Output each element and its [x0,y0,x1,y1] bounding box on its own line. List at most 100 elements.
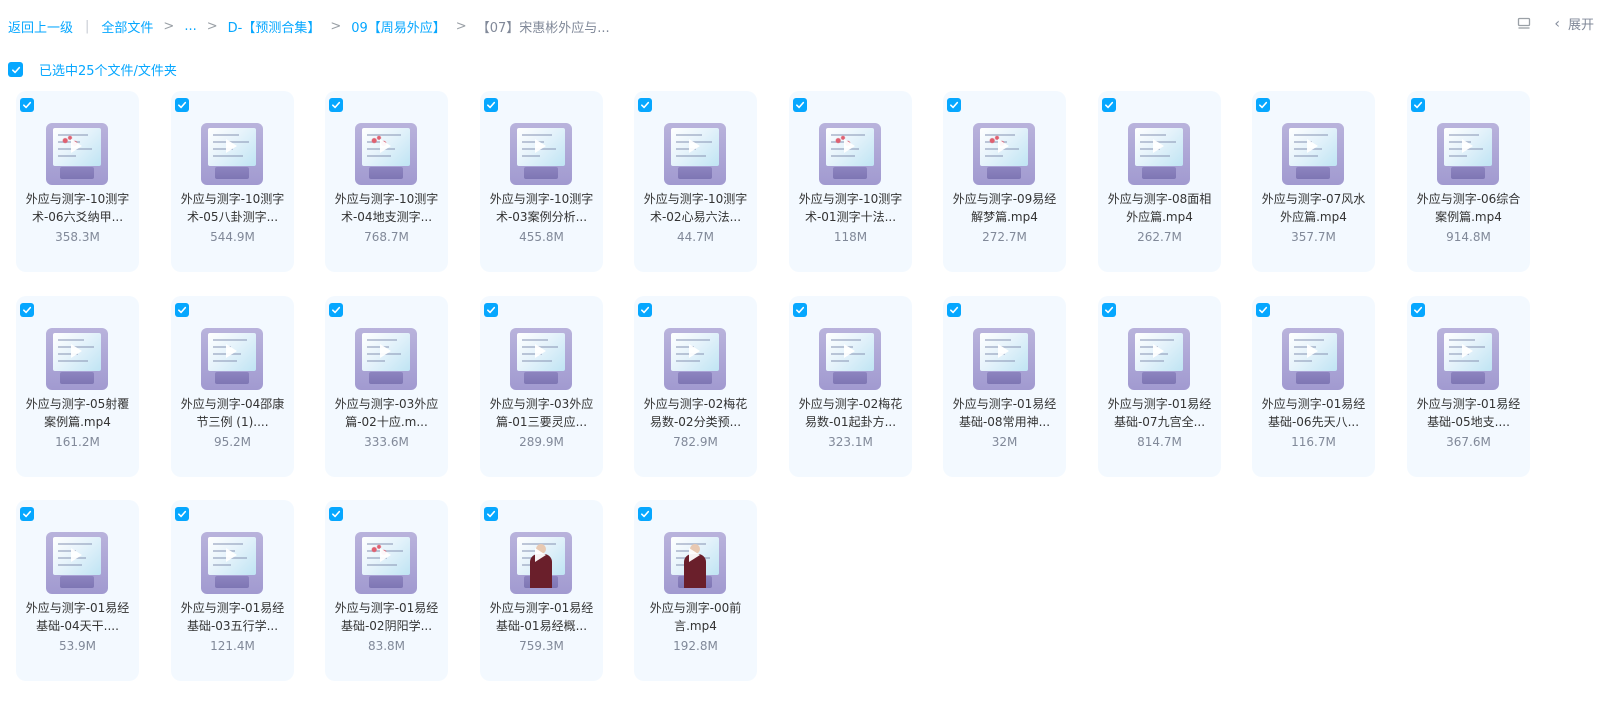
checkmark-icon [178,101,187,109]
play-icon [71,139,82,153]
breadcrumb-chevron-icon: > [163,19,175,34]
file-size: 272.7M [982,230,1027,244]
file-card[interactable]: 外应与测字-01易经基础-08常用神... 32M [943,296,1066,477]
file-checkbox[interactable] [175,507,189,521]
checkmark-icon [1259,101,1268,109]
play-icon [1462,344,1473,358]
checkmark-icon [487,306,496,314]
file-checkbox[interactable] [1102,303,1116,317]
file-card[interactable]: 外应与测字-10测字术-03案例分析... 455.8M [480,91,603,272]
file-checkbox[interactable] [638,98,652,112]
file-checkbox[interactable] [947,303,961,317]
file-size: 116.7M [1291,435,1336,449]
file-card[interactable]: 外应与测字-01易经基础-04天干.... 53.9M [16,500,139,681]
file-checkbox[interactable] [1411,98,1425,112]
file-card[interactable]: 外应与测字-01易经基础-01易经概... 759.3M [480,500,603,681]
checkmark-icon [11,66,20,73]
file-name: 外应与测字-10测字术-01测字十法... [798,192,903,224]
file-card[interactable]: 外应与测字-01易经基础-02阴阳学... 83.8M [325,500,448,681]
file-card[interactable]: 外应与测字-07风水外应篇.mp4 357.7M [1252,91,1375,272]
file-size: 192.8M [673,639,718,653]
file-name: 外应与测字-04邵康节三例 (1).... [180,397,285,429]
file-card[interactable]: 外应与测字-03外应篇-02十应.m... 333.6M [325,296,448,477]
file-checkbox[interactable] [484,507,498,521]
file-card[interactable]: 外应与测字-04邵康节三例 (1).... 95.2M [171,296,294,477]
file-checkbox[interactable] [1256,303,1270,317]
file-card[interactable]: 外应与测字-01易经基础-06先天八... 116.7M [1252,296,1375,477]
file-checkbox[interactable] [329,303,343,317]
file-checkbox[interactable] [793,98,807,112]
file-size: 357.7M [1291,230,1336,244]
file-card[interactable]: 外应与测字-09易经解梦篇.mp4 272.7M [943,91,1066,272]
back-link[interactable]: 返回上一级 [8,17,73,36]
checkmark-icon [950,306,959,314]
list-view-icon[interactable] [1516,16,1532,32]
file-checkbox[interactable] [947,98,961,112]
checkmark-icon [1414,101,1423,109]
file-card[interactable]: 外应与测字-01易经基础-03五行学... 121.4M [171,500,294,681]
file-checkbox[interactable] [638,303,652,317]
file-checkbox[interactable] [1102,98,1116,112]
file-size: 814.7M [1137,435,1182,449]
file-size: 161.2M [55,435,100,449]
video-thumbnail [973,123,1035,185]
video-thumbnail [1282,123,1344,185]
file-card[interactable]: 外应与测字-06综合案例篇.mp4 914.8M [1407,91,1530,272]
play-icon [1153,139,1164,153]
breadcrumb-all-files[interactable]: 全部文件 [101,17,153,36]
file-card[interactable]: 外应与测字-10测字术-04地支测字... 768.7M [325,91,448,272]
toolbar-right: ‹ 展开 [1516,14,1594,33]
file-checkbox[interactable] [793,303,807,317]
video-thumbnail [510,328,572,390]
file-checkbox[interactable] [329,507,343,521]
file-checkbox[interactable] [1411,303,1425,317]
file-checkbox[interactable] [638,507,652,521]
play-icon [71,344,82,358]
file-size: 768.7M [364,230,409,244]
file-checkbox[interactable] [20,98,34,112]
video-thumbnail [201,532,263,594]
file-checkbox[interactable] [175,98,189,112]
checkmark-icon [178,306,187,314]
breadcrumb-folder-1[interactable]: D-【预测合集】 [228,17,321,36]
video-thumbnail [819,123,881,185]
select-all-checkbox[interactable] [8,62,23,77]
file-card[interactable]: 外应与测字-01易经基础-05地支.... 367.6M [1407,296,1530,477]
expand-button[interactable]: ‹ 展开 [1554,14,1594,34]
file-card[interactable]: 外应与测字-00前言.mp4 192.8M [634,500,757,681]
file-card[interactable]: 外应与测字-10测字术-02心易六法... 44.7M [634,91,757,272]
file-card[interactable]: 外应与测字-02梅花易数-01起卦方... 323.1M [789,296,912,477]
file-name: 外应与测字-10测字术-04地支测字... [334,192,439,224]
breadcrumb: 返回上一级 | 全部文件 > ... > D-【预测合集】 > 09【周易外应】… [8,17,610,36]
checkmark-icon [332,101,341,109]
file-checkbox[interactable] [484,303,498,317]
checkmark-icon [950,101,959,109]
file-card[interactable]: 外应与测字-10测字术-06六爻纳甲... 358.3M [16,91,139,272]
file-checkbox[interactable] [329,98,343,112]
file-checkbox[interactable] [484,98,498,112]
file-checkbox[interactable] [20,303,34,317]
file-card[interactable]: 外应与测字-03外应篇-01三要灵应... 289.9M [480,296,603,477]
file-checkbox[interactable] [175,303,189,317]
file-card[interactable]: 外应与测字-05射覆案例篇.mp4 161.2M [16,296,139,477]
video-thumbnail [819,328,881,390]
breadcrumb-current: 【07】宋惠彬外应与... [476,21,610,36]
checkmark-icon [1414,306,1423,314]
file-size: 83.8M [367,639,406,653]
file-size: 358.3M [55,230,100,244]
checkmark-icon [1259,306,1268,314]
breadcrumb-ellipsis[interactable]: ... [184,19,196,34]
video-thumbnail [1437,123,1499,185]
breadcrumb-folder-2[interactable]: 09【周易外应】 [351,17,446,36]
file-card[interactable]: 外应与测字-10测字术-05八卦测字... 544.9M [171,91,294,272]
file-checkbox[interactable] [1256,98,1270,112]
file-name: 外应与测字-02梅花易数-02分类预... [643,397,748,429]
file-card[interactable]: 外应与测字-01易经基础-07九宫全... 814.7M [1098,296,1221,477]
file-size: 53.9M [58,639,97,653]
file-card[interactable]: 外应与测字-02梅花易数-02分类预... 782.9M [634,296,757,477]
file-name: 外应与测字-01易经基础-03五行学... [180,601,285,633]
chevron-left-icon: ‹ [1554,15,1560,32]
file-checkbox[interactable] [20,507,34,521]
file-card[interactable]: 外应与测字-10测字术-01测字十法... 118M [789,91,912,272]
file-card[interactable]: 外应与测字-08面相外应篇.mp4 262.7M [1098,91,1221,272]
